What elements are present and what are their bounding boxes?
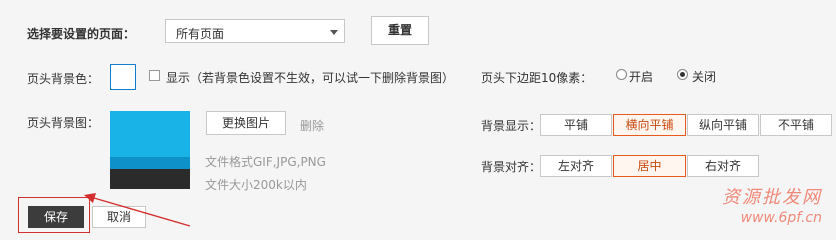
page-select[interactable]: 所有页面 <box>165 19 345 43</box>
margin-on-label: 开启 <box>629 70 654 84</box>
size-hint: 文件大小200k以内 <box>205 178 307 192</box>
select-page-label: 选择要设置的页面： <box>27 27 136 41</box>
reset-button[interactable]: 重置 <box>371 16 429 45</box>
color-swatch[interactable] <box>110 64 136 90</box>
watermark-url: www.6pf.cn <box>740 210 822 226</box>
change-image-button[interactable]: 更换图片 <box>206 111 286 135</box>
align-right[interactable]: 右对齐 <box>687 155 759 177</box>
header-bg-image-label: 页头背景图： <box>27 116 100 130</box>
align-center[interactable]: 居中 <box>613 155 686 177</box>
margin-off-label: 关闭 <box>692 70 717 84</box>
margin-on-radio[interactable] <box>616 69 627 80</box>
bg-display-repeat-x[interactable]: 横向平铺 <box>613 114 686 136</box>
bg-align-label: 背景对齐： <box>481 160 542 174</box>
align-left[interactable]: 左对齐 <box>540 155 612 177</box>
margin-label: 页头下边距10像素： <box>481 71 593 85</box>
delete-link[interactable]: 删除 <box>300 117 324 134</box>
chevron-down-icon <box>330 30 338 35</box>
margin-off-radio[interactable] <box>677 69 688 80</box>
annotation-arrow-icon <box>84 193 191 227</box>
show-checkbox[interactable] <box>149 70 160 81</box>
bg-image-preview <box>110 111 190 189</box>
save-button[interactable]: 保存 <box>28 206 84 228</box>
header-bg-color-label: 页头背景色： <box>27 72 100 86</box>
watermark-text: 资源批发网 <box>722 187 822 208</box>
bg-display-label: 背景显示： <box>481 119 542 133</box>
page-select-value: 所有页面 <box>176 27 225 41</box>
bg-display-tile[interactable]: 平铺 <box>540 114 612 136</box>
bg-display-no-repeat[interactable]: 不平铺 <box>760 114 832 136</box>
format-hint: 文件格式GIF,JPG,PNG <box>205 155 326 169</box>
show-checkbox-label: 显示（若背景色设置不生效，可以试一下删除背景图） <box>166 71 455 85</box>
bg-display-repeat-y[interactable]: 纵向平铺 <box>687 114 759 136</box>
